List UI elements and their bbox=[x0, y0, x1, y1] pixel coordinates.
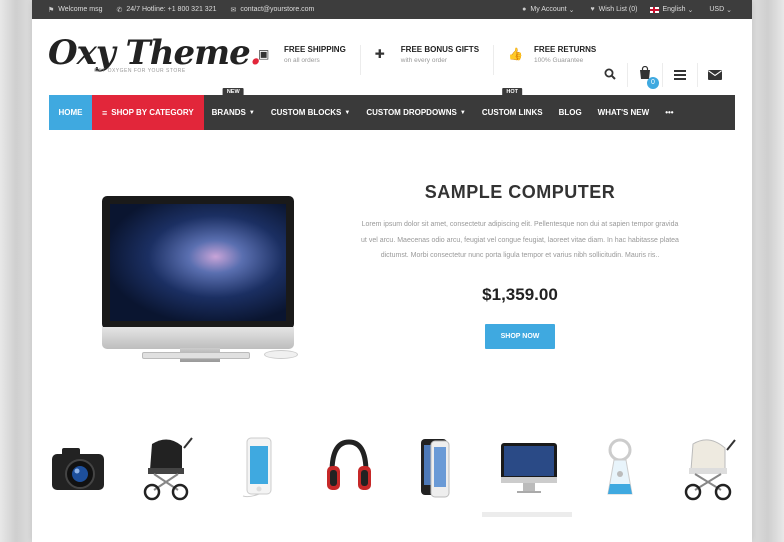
user-icon: ● bbox=[522, 6, 527, 13]
feature-free-shipping: ▣ FREE SHIPPING on all orders bbox=[244, 45, 361, 75]
baby-monitor-icon bbox=[607, 438, 633, 494]
nav-home[interactable]: HOME bbox=[49, 95, 92, 130]
nav-custom-dropdowns[interactable]: CUSTOM DROPDOWNS ▼ bbox=[358, 95, 473, 130]
caret-down-icon: ▼ bbox=[248, 109, 255, 116]
new-tag: NEW bbox=[222, 88, 244, 99]
flag-icon: ⚑ bbox=[48, 6, 55, 14]
menu-button[interactable] bbox=[662, 63, 697, 87]
feature-free-gifts: ✚ FREE BONUS GIFTS with every order bbox=[361, 45, 495, 75]
contact-email[interactable]: ✉ contact@yourstore.com bbox=[230, 6, 314, 14]
language-selector[interactable]: English ⌄ bbox=[649, 6, 698, 14]
keyboard-image bbox=[142, 352, 250, 359]
welcome-message: ⚑ Welcome msg bbox=[48, 6, 103, 14]
uk-flag-icon bbox=[649, 6, 659, 13]
thumb-stroller[interactable] bbox=[134, 430, 202, 505]
chevron-down-icon: ⌄ bbox=[568, 6, 575, 14]
headphones-icon bbox=[326, 438, 371, 490]
currency-selector[interactable]: USD ⌄ bbox=[709, 6, 736, 14]
top-bar: ⚑ Welcome msg ✆ 24/7 Hotline: +1 800 321 3… bbox=[32, 0, 752, 19]
thumbs-up-icon: 👍 bbox=[508, 47, 523, 61]
product-thumbnails bbox=[44, 430, 744, 505]
thumb-imac[interactable] bbox=[495, 430, 563, 505]
mouse-image bbox=[264, 350, 298, 359]
thumb-ipod[interactable] bbox=[225, 430, 293, 505]
hot-tag: HOT bbox=[502, 88, 522, 99]
site-logo[interactable]: Oxy Theme. bbox=[48, 33, 262, 73]
header-icons: 0 bbox=[592, 63, 732, 89]
stroller-icon bbox=[144, 436, 194, 500]
slide-price: $1,359.00 bbox=[482, 284, 558, 304]
envelope-icon bbox=[708, 70, 722, 80]
thumb-baby-monitor[interactable] bbox=[586, 430, 654, 505]
slide-content: SAMPLE COMPUTER Lorem ipsum dolor sit am… bbox=[360, 182, 680, 349]
camera-icon bbox=[52, 448, 104, 490]
slide-product-image[interactable] bbox=[102, 196, 302, 366]
thumb-headphones[interactable] bbox=[315, 430, 383, 505]
ipod-icon bbox=[242, 437, 272, 497]
nav-whats-new[interactable]: WHAT'S NEW bbox=[590, 95, 658, 130]
gift-icon: ✚ bbox=[374, 47, 385, 61]
nav-brands[interactable]: NEW BRANDS ▼ bbox=[204, 88, 263, 130]
slide-description: Lorem ipsum dolor sit amet, consectetur … bbox=[361, 221, 679, 259]
box-icon: ▣ bbox=[258, 47, 270, 61]
phone-icon: ✆ bbox=[116, 6, 123, 14]
feature-list: ▣ FREE SHIPPING on all orders ✚ FREE BONU… bbox=[244, 45, 610, 75]
slide-title: SAMPLE COMPUTER bbox=[424, 182, 616, 202]
logo-tagline: GET OXYGEN FOR YOUR STORE bbox=[94, 68, 186, 74]
cart-button[interactable]: 0 bbox=[627, 63, 662, 89]
envelope-icon: ✉ bbox=[230, 6, 237, 14]
nav-more[interactable]: ••• bbox=[657, 95, 681, 130]
nav-shop-by-category[interactable]: ≡ SHOP BY CATEGORY bbox=[92, 95, 204, 130]
hamburger-icon: ≡ bbox=[102, 107, 108, 118]
chevron-down-icon: ⌄ bbox=[726, 6, 732, 14]
thumb-iphone[interactable] bbox=[405, 430, 473, 505]
imac-image bbox=[102, 196, 294, 349]
heart-icon: ♥ bbox=[590, 6, 595, 13]
search-icon bbox=[604, 68, 616, 80]
thumb-camera[interactable] bbox=[44, 430, 112, 505]
page-container: ⚑ Welcome msg ✆ 24/7 Hotline: +1 800 321 3… bbox=[32, 0, 752, 542]
nav-blog[interactable]: BLOG bbox=[551, 95, 590, 130]
thumb-pram[interactable] bbox=[676, 430, 744, 505]
imac-screen bbox=[110, 204, 286, 321]
caret-down-icon: ▼ bbox=[344, 109, 351, 116]
search-button[interactable] bbox=[592, 63, 627, 87]
chevron-down-icon: ⌄ bbox=[687, 6, 694, 14]
nav-custom-blocks[interactable]: CUSTOM BLOCKS ▼ bbox=[263, 95, 358, 130]
pram-icon bbox=[684, 438, 736, 500]
main-navigation: HOME ≡ SHOP BY CATEGORY NEW BRANDS ▼ CUSTOM… bbox=[49, 88, 735, 130]
smartphone-icon bbox=[421, 438, 450, 497]
shop-now-button[interactable]: SHOP NOW bbox=[484, 323, 556, 349]
contact-button[interactable] bbox=[697, 63, 732, 87]
header: Oxy Theme. GET OXYGEN FOR YOUR STORE ▣ F… bbox=[32, 19, 752, 95]
hotline: ✆ 24/7 Hotline: +1 800 321 321 bbox=[116, 6, 217, 14]
wishlist-link[interactable]: ♥ Wish List (0) bbox=[590, 6, 637, 14]
cart-count-badge: 0 bbox=[647, 77, 659, 89]
hamburger-icon bbox=[674, 70, 686, 80]
my-account-menu[interactable]: ● My Account ⌄ bbox=[522, 6, 578, 14]
nav-custom-links[interactable]: HOT CUSTOM LINKS bbox=[474, 88, 551, 130]
imac-icon bbox=[501, 442, 558, 493]
caret-down-icon: ▼ bbox=[459, 109, 466, 116]
carousel-scrollbar[interactable] bbox=[482, 512, 572, 517]
